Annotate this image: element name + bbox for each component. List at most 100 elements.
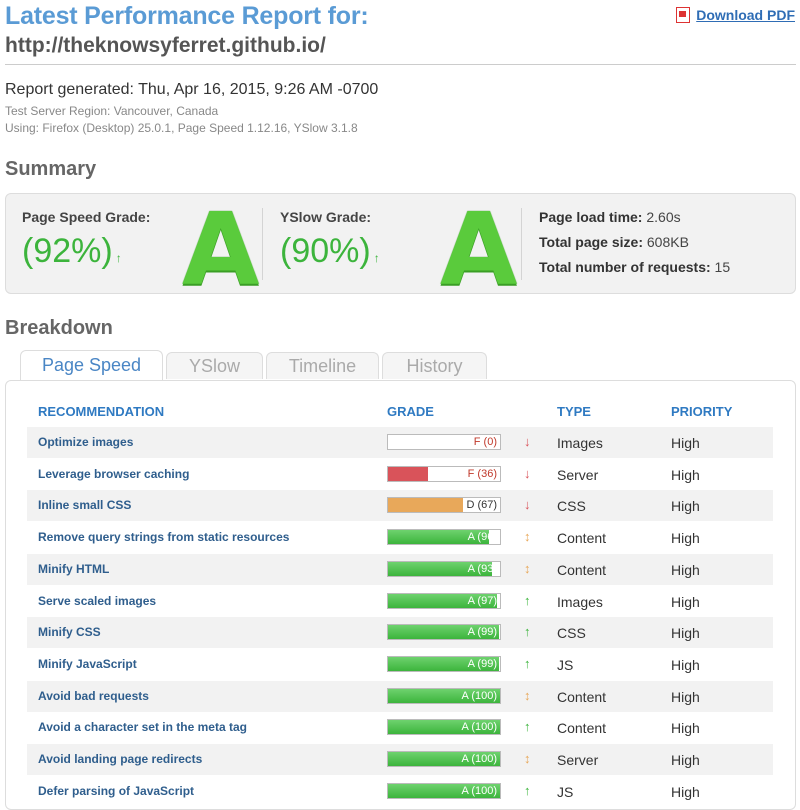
test-tools: Using: Firefox (Desktop) 25.0.1, Page Sp… [5, 121, 358, 135]
recommendation-type: Content [557, 561, 607, 578]
recommendation-type: Server [557, 752, 599, 768]
table-row[interactable]: Inline small CSS D (67) ↓ CSS High [27, 490, 773, 522]
total-requests-label: Total number of requests: [539, 259, 711, 275]
recommendation-type: JS [557, 656, 574, 673]
grade-label: F (0) [473, 436, 497, 448]
download-pdf[interactable]: Download PDF [676, 7, 795, 23]
total-page-size-value: 608KB [646, 234, 689, 250]
recommendation-type: Images [557, 593, 603, 610]
table-row[interactable]: Defer parsing of JavaScript A (100) ↑ JS Hig… [27, 776, 773, 807]
recommendation-name[interactable]: Minify CSS [38, 625, 101, 639]
download-pdf-link[interactable]: Download PDF [696, 7, 795, 23]
up-down-arrow-icon: ↕ [524, 560, 531, 576]
table-row[interactable]: Avoid bad requests A (100) ↕ Content High [27, 680, 773, 712]
grade-label: A (97) [467, 594, 497, 607]
grade-label: A (99) [467, 626, 497, 639]
table-row[interactable]: Minify JavaScript A (99) ↑ JS High [27, 649, 773, 680]
grade-label: A (96) [467, 531, 497, 544]
recommendation-priority: High [671, 752, 700, 768]
recommendation-name[interactable]: Minify JavaScript [38, 657, 137, 671]
grade-label: A (100) [461, 753, 497, 765]
grade-bar: A (100) [387, 782, 501, 799]
page-load-time-label: Page load time: [539, 209, 643, 225]
up-arrow-icon: ↑ [524, 592, 531, 608]
pagespeed-grade-percent: (92%) ↑ [22, 232, 122, 271]
recommendation-type: Server [557, 466, 599, 483]
recommendation-name[interactable]: Avoid landing page redirects [38, 752, 202, 766]
recommendation-type: CSS [557, 498, 586, 515]
recommendation-name[interactable]: Remove query strings from static resourc… [38, 530, 289, 544]
recommendation-name[interactable]: Serve scaled images [38, 594, 156, 608]
pagespeed-grade-letter: A [182, 191, 260, 308]
breakdown-tabs: Page Speed YSlow Timeline History [20, 350, 487, 380]
grade-bar: A (97) [387, 592, 501, 609]
tab-page-speed[interactable]: Page Speed [20, 350, 163, 380]
table-row[interactable]: Serve scaled images A (97) ↑ Images High [27, 586, 773, 617]
recommendation-priority: High [671, 593, 700, 610]
up-arrow-icon: ↑ [115, 251, 122, 265]
table-row[interactable]: Remove query strings from static resourc… [27, 522, 773, 553]
pagespeed-grade-label: Page Speed Grade: [22, 209, 151, 225]
breakdown-heading: Breakdown [5, 317, 113, 339]
tab-timeline[interactable]: Timeline [266, 352, 379, 379]
recommendation-type: Content [557, 688, 607, 705]
col-header-type[interactable]: TYPE [557, 404, 591, 419]
total-page-size-label: Total page size: [539, 234, 643, 250]
summary-heading: Summary [5, 158, 97, 180]
grade-bar: A (93) [387, 560, 501, 577]
grade-bar: A (96) [387, 529, 501, 546]
table-row[interactable]: Minify CSS A (99) ↑ CSS High [27, 617, 773, 649]
grade-bar: A (100) [387, 751, 501, 767]
up-arrow-icon: ↑ [524, 624, 531, 640]
recommendation-type: Content [557, 720, 607, 737]
grade-bar: F (36) [387, 465, 501, 482]
yslow-grade-percent: (90%) ↑ [280, 232, 380, 271]
grade-bar: A (100) [387, 687, 501, 704]
grade-bar: F (0) [387, 434, 501, 450]
table-row[interactable]: Avoid a character set in the meta tag A (… [27, 712, 773, 743]
up-arrow-icon: ↑ [524, 655, 531, 671]
grade-bar: D (67) [387, 497, 501, 514]
table-row[interactable]: Avoid landing page redirects A (100) ↕ Serv… [27, 744, 773, 775]
grade-label: A (100) [461, 689, 497, 702]
grade-label: A (100) [461, 721, 497, 734]
recommendation-priority: High [671, 435, 700, 451]
recommendation-priority: High [671, 561, 700, 578]
tab-history[interactable]: History [382, 352, 487, 379]
up-down-arrow-icon: ↕ [524, 687, 531, 703]
table-row[interactable]: Minify HTML A (93) ↕ Content High [27, 553, 773, 585]
tab-yslow[interactable]: YSlow [166, 352, 263, 379]
recommendation-name[interactable]: Avoid a character set in the meta tag [38, 720, 247, 734]
grade-label: A (100) [461, 784, 497, 797]
grade-label: F (36) [467, 467, 497, 480]
header-divider [5, 64, 796, 65]
report-url: http://theknowsyferret.github.io/ [5, 34, 326, 57]
grade-bar-fill [388, 466, 429, 481]
recommendation-priority: High [671, 688, 700, 705]
recommendation-priority: High [671, 656, 700, 673]
recommendation-type: CSS [557, 625, 586, 642]
up-down-arrow-icon: ↕ [524, 529, 531, 545]
col-header-priority[interactable]: PRIORITY [671, 404, 732, 419]
up-arrow-icon: ↑ [373, 251, 380, 265]
total-requests-value: 15 [714, 259, 731, 275]
recommendation-name[interactable]: Inline small CSS [38, 498, 131, 512]
up-down-arrow-icon: ↕ [524, 751, 531, 766]
table-row[interactable]: Leverage browser caching F (36) ↓ Server Hig… [27, 459, 773, 490]
recommendation-name[interactable]: Optimize images [38, 435, 133, 449]
col-header-grade[interactable]: GRADE [387, 404, 434, 419]
recommendation-priority: High [671, 625, 700, 642]
col-header-recommendation[interactable]: RECOMMENDATION [38, 404, 164, 419]
grade-label: D (67) [466, 499, 497, 512]
recommendation-name[interactable]: Minify HTML [38, 562, 109, 576]
summary-box: Page Speed Grade: (92%) ↑ A YSlow Grade: … [5, 193, 796, 300]
recommendation-name[interactable]: Leverage browser caching [38, 467, 189, 481]
grade-label: A (93) [467, 562, 497, 575]
down-arrow-icon: ↓ [524, 465, 531, 481]
recommendation-priority: High [671, 498, 700, 515]
table-row[interactable]: Optimize images F (0) ↓ Images High [27, 427, 773, 458]
yslow-percent-value: (90%) [280, 232, 371, 270]
recommendation-name[interactable]: Avoid bad requests [38, 689, 149, 703]
summary-divider [262, 208, 263, 280]
recommendation-type: JS [557, 783, 574, 800]
